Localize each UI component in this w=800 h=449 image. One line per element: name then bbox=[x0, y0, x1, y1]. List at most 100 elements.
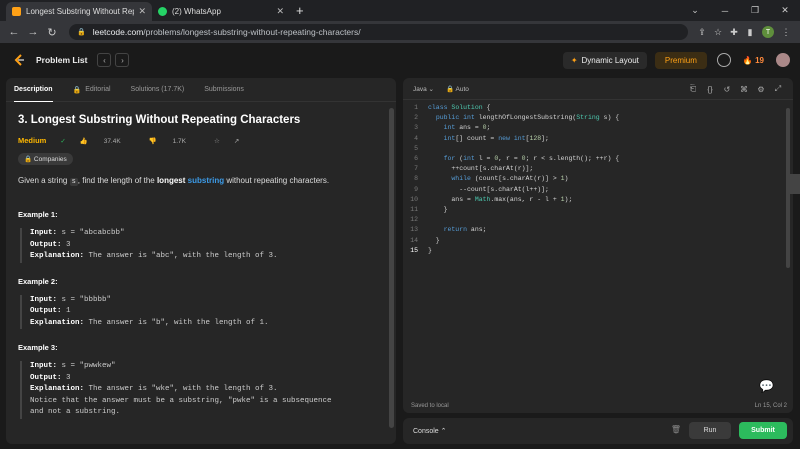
console-bar: Console ⌃ 🗑 Run Submit bbox=[403, 418, 793, 444]
sidepanel-icon[interactable]: ▮ bbox=[742, 27, 758, 38]
back-icon[interactable]: ← bbox=[6, 26, 22, 38]
tab-solutions[interactable]: Solutions (17.7K) bbox=[131, 78, 185, 102]
dynamic-layout-icon: ✦ bbox=[570, 55, 578, 65]
line-number: 9 bbox=[414, 185, 418, 193]
console-toggle[interactable]: Console ⌃ bbox=[413, 427, 447, 435]
tab-search-icon[interactable]: ⌄ bbox=[680, 5, 710, 16]
timer-icon[interactable] bbox=[716, 53, 731, 67]
editor-toolbar: Java ⌄ 🔒 Auto ⎗ {} ↺ ⌘ ⚙ ⤢ bbox=[403, 78, 793, 100]
new-tab-button[interactable]: + bbox=[296, 3, 304, 18]
description-code: s bbox=[69, 178, 78, 186]
code-line: 13 return ans; bbox=[403, 225, 793, 235]
code-line: 5 bbox=[403, 144, 793, 154]
favorite-star-icon[interactable]: ☆ bbox=[214, 137, 220, 145]
close-window-icon[interactable]: ✕ bbox=[770, 5, 800, 16]
reset-icon[interactable]: ↺ bbox=[720, 85, 734, 94]
companies-label: Companies bbox=[33, 156, 67, 163]
code-text: class Solution { bbox=[428, 104, 491, 111]
close-tab-icon[interactable]: ✕ bbox=[276, 6, 284, 17]
code-text: int ans = 0; bbox=[443, 124, 491, 132]
bookmark-icon[interactable]: ⎗ bbox=[686, 84, 700, 94]
tab-submissions[interactable]: Submissions bbox=[204, 78, 244, 102]
settings-icon[interactable]: ⚙ bbox=[754, 85, 768, 94]
reload-icon[interactable]: ↻ bbox=[44, 26, 60, 39]
example-output-label: Output: bbox=[30, 373, 62, 382]
cursor-position: Ln 15, Col 2 bbox=[754, 403, 787, 409]
maximize-icon[interactable]: ❐ bbox=[740, 5, 770, 16]
next-problem-button[interactable]: › bbox=[115, 53, 130, 67]
browser-tab-strip: Longest Substring Without Repe ✕ (2) Wha… bbox=[0, 0, 800, 21]
shortcut-icon[interactable]: ⌘ bbox=[737, 85, 751, 94]
examples-section: Example 1: Input: s = "abcabcbb" Output: 3… bbox=[18, 210, 384, 419]
chrome-menu-icon[interactable]: ⋮ bbox=[778, 27, 794, 38]
line-number: 7 bbox=[414, 165, 418, 173]
line-number: 8 bbox=[414, 175, 418, 183]
streak-count: 19 bbox=[755, 55, 764, 65]
browser-tab-leetcode[interactable]: Longest Substring Without Repe ✕ bbox=[6, 2, 152, 21]
leetcode-logo-icon[interactable] bbox=[12, 53, 26, 67]
example-note: Notice that the answer must be a substri… bbox=[30, 396, 332, 417]
example-output: Output: 3 bbox=[30, 373, 384, 385]
description-text: Given a string bbox=[18, 176, 70, 185]
example-input-label: Input: bbox=[30, 362, 58, 370]
side-notes-tab[interactable] bbox=[786, 174, 800, 194]
dynamic-layout-label: Dynamic Layout bbox=[581, 55, 639, 65]
line-number: 6 bbox=[414, 155, 418, 163]
tab-editorial-label: Editorial bbox=[85, 86, 111, 93]
auto-mode-label: Auto bbox=[455, 85, 469, 93]
code-line: 1 class Solution { bbox=[403, 103, 793, 113]
code-area[interactable]: 1 class Solution {2 public int lengthOfLo… bbox=[403, 100, 793, 256]
profile-avatar[interactable]: T bbox=[762, 26, 774, 38]
code-text: while (count[s.charAt(r)] > 1) bbox=[451, 175, 569, 183]
tab-description[interactable]: Description bbox=[14, 78, 53, 102]
premium-button[interactable]: Premium bbox=[654, 51, 707, 69]
share-icon[interactable]: ↗ bbox=[234, 137, 239, 145]
url-field[interactable]: 🔒 leetcode.com/problems/longest-substrin… bbox=[69, 24, 688, 40]
code-line: 8 while (count[s.charAt(r)] > 1) bbox=[403, 174, 793, 184]
tab-editorial[interactable]: 🔒 Editorial bbox=[73, 78, 111, 102]
line-number: 5 bbox=[414, 144, 418, 152]
difficulty-badge: Medium bbox=[18, 136, 47, 145]
submit-button[interactable]: Submit bbox=[739, 422, 787, 439]
companies-tag[interactable]: 🔒 Companies bbox=[18, 153, 73, 165]
trash-icon[interactable]: 🗑 bbox=[671, 425, 681, 434]
streak-counter[interactable]: 🔥 19 bbox=[743, 56, 764, 65]
code-line: 7 ++count[s.charAt(r)]; bbox=[403, 164, 793, 174]
forward-icon[interactable]: → bbox=[25, 26, 41, 38]
example-output-value: 1 bbox=[66, 307, 71, 315]
extensions-icon[interactable]: ✚ bbox=[726, 27, 742, 38]
url-host: leetcode.com bbox=[92, 27, 144, 37]
share-icon[interactable]: ⇪ bbox=[694, 27, 710, 38]
example-input-value: s = "bbbbb" bbox=[61, 295, 112, 304]
chat-bubble-icon[interactable]: 💬 bbox=[759, 379, 774, 393]
example-explanation-label: Explanation: bbox=[30, 318, 85, 327]
line-number: 2 bbox=[414, 114, 418, 122]
code-text: public int lengthOfLongestSubstring(Stri… bbox=[435, 114, 620, 122]
browser-tab-whatsapp[interactable]: (2) WhatsApp ✕ bbox=[152, 2, 290, 21]
like-button[interactable]: 👍 37.4K bbox=[80, 137, 135, 145]
language-selector[interactable]: Java ⌄ bbox=[413, 85, 434, 93]
bookmark-star-icon[interactable]: ☆ bbox=[710, 27, 726, 38]
code-text: return ans; bbox=[443, 226, 487, 234]
substring-link[interactable]: substring bbox=[188, 176, 224, 185]
example-output-value: 3 bbox=[66, 240, 71, 249]
console-label: Console bbox=[413, 428, 439, 435]
line-number: 11 bbox=[410, 206, 418, 214]
prev-problem-button[interactable]: ‹ bbox=[97, 53, 112, 67]
fullscreen-icon[interactable]: ⤢ bbox=[771, 84, 785, 94]
code-line: 15} bbox=[403, 246, 793, 256]
problem-list-link[interactable]: Problem List bbox=[36, 55, 87, 65]
like-count: 37.4K bbox=[103, 137, 121, 145]
run-button[interactable]: Run bbox=[689, 422, 731, 439]
code-text: ++count[s.charAt(r)]; bbox=[428, 165, 534, 173]
braces-icon[interactable]: {} bbox=[703, 85, 717, 94]
left-scrollbar[interactable] bbox=[389, 108, 394, 428]
close-tab-icon[interactable]: ✕ bbox=[138, 6, 146, 17]
dislike-button[interactable]: 👎 1.7K bbox=[149, 137, 200, 145]
dynamic-layout-button[interactable]: ✦ Dynamic Layout bbox=[562, 51, 647, 69]
auto-mode-toggle[interactable]: 🔒 Auto bbox=[446, 85, 469, 93]
leetcode-favicon-icon bbox=[12, 7, 21, 16]
minimize-icon[interactable]: ─ bbox=[710, 6, 740, 16]
example-input: Input: s = "bbbbb" bbox=[30, 295, 384, 307]
user-avatar[interactable] bbox=[776, 53, 790, 67]
